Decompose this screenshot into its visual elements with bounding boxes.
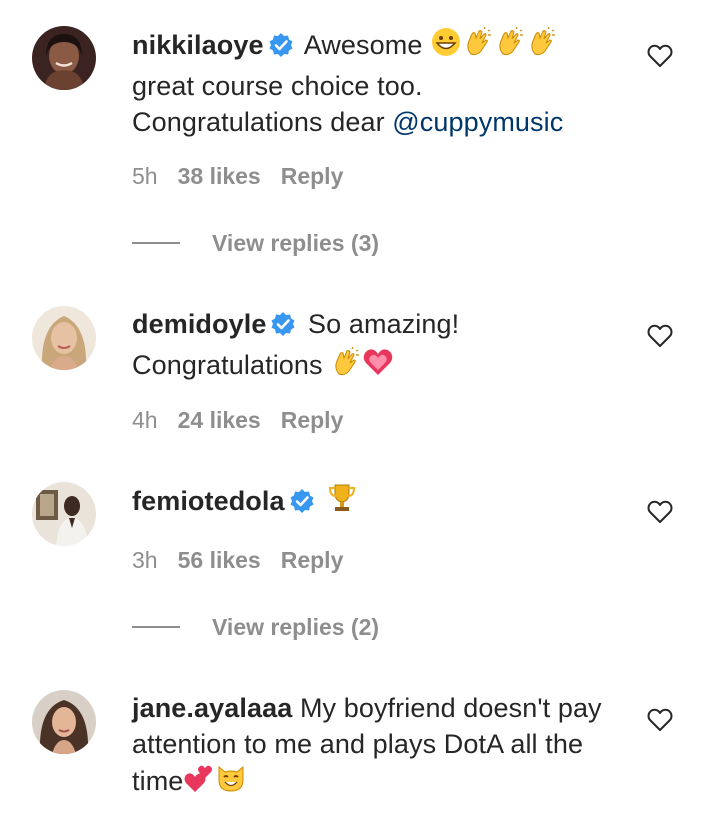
- verified-badge-icon: [268, 31, 294, 67]
- verified-badge-icon: [289, 487, 315, 523]
- timestamp: 4h: [132, 407, 158, 433]
- verified-badge-icon: [270, 310, 296, 346]
- username[interactable]: demidoyle: [132, 309, 266, 339]
- clapping-hands-icon: [526, 26, 558, 68]
- mention-link[interactable]: @cuppymusic: [392, 107, 563, 137]
- reply-button[interactable]: Reply: [281, 163, 344, 189]
- likes-count[interactable]: 38 likes: [178, 163, 261, 189]
- comment-meta: 4h 24 likes Reply: [132, 405, 343, 435]
- heart-outline-icon[interactable]: [647, 708, 673, 732]
- comment-meta: 3h 56 likes Reply: [132, 545, 343, 575]
- comment-text: nikkilaoye Awesome great course choice t…: [132, 26, 622, 140]
- comment-text: demidoyle So amazing! Congratulations: [132, 306, 622, 388]
- two-hearts-icon: [183, 762, 215, 804]
- timestamp: 5h: [132, 163, 158, 189]
- comment-text: jane.ayalaaa My boyfriend doesn't pay at…: [132, 690, 622, 804]
- clapping-hands-icon: [494, 26, 526, 68]
- avatar[interactable]: [32, 26, 96, 90]
- view-replies-button[interactable]: View replies (3): [132, 227, 379, 259]
- cat-face-icon: [215, 762, 247, 804]
- divider-line: [132, 242, 180, 244]
- sparkling-heart-icon: [362, 346, 394, 388]
- grinning-emoji-icon: [430, 26, 462, 68]
- reply-button[interactable]: Reply: [281, 547, 344, 573]
- username[interactable]: femiotedola: [132, 486, 285, 516]
- view-replies-button[interactable]: View replies (2): [132, 611, 379, 643]
- clapping-hands-icon: [462, 26, 494, 68]
- timestamp: 3h: [132, 547, 158, 573]
- heart-outline-icon[interactable]: [647, 44, 673, 68]
- heart-outline-icon[interactable]: [647, 500, 673, 524]
- clapping-hands-icon: [330, 346, 362, 388]
- reply-button[interactable]: Reply: [281, 407, 344, 433]
- comment-meta: 5h 38 likes Reply: [132, 161, 343, 191]
- likes-count[interactable]: 56 likes: [178, 547, 261, 573]
- divider-line: [132, 626, 180, 628]
- avatar[interactable]: [32, 306, 96, 370]
- avatar[interactable]: [32, 482, 96, 546]
- heart-outline-icon[interactable]: [647, 324, 673, 348]
- avatar[interactable]: [32, 690, 96, 754]
- trophy-icon: [326, 482, 358, 524]
- comment-text: femiotedola: [132, 482, 622, 524]
- username[interactable]: nikkilaoye: [132, 30, 264, 60]
- likes-count[interactable]: 24 likes: [178, 407, 261, 433]
- username[interactable]: jane.ayalaaa: [132, 693, 292, 723]
